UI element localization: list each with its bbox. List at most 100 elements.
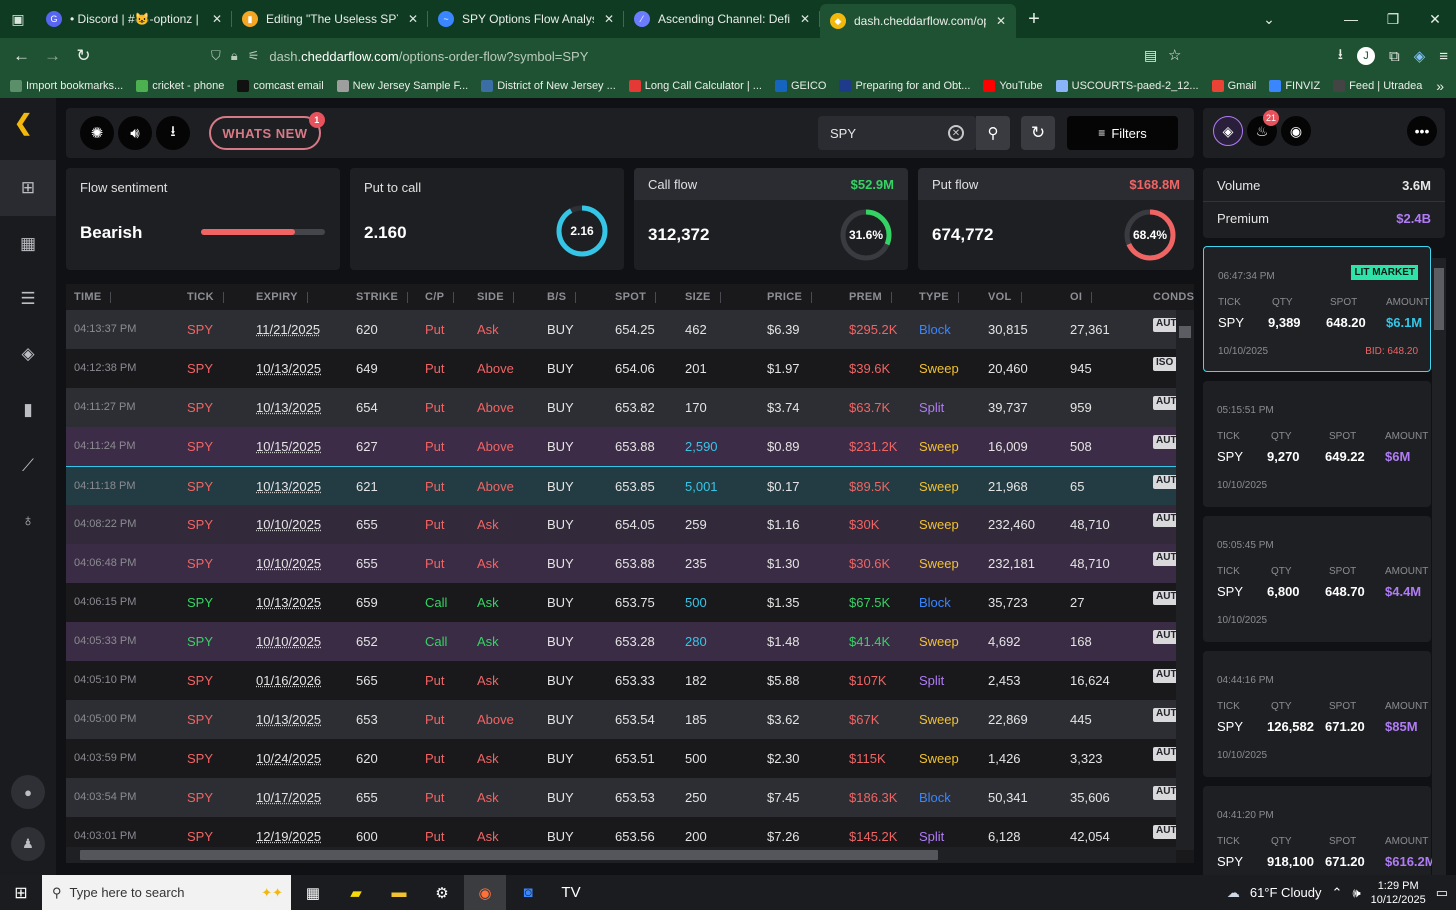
bookmark-star-icon[interactable]: ☆: [1168, 46, 1181, 64]
bookmark-item[interactable]: New Jersey Sample F...: [336, 80, 468, 92]
bookmark-item[interactable]: cricket - phone: [136, 80, 224, 92]
tray-chevron-icon[interactable]: ⌃: [1332, 885, 1343, 901]
column-header-strike[interactable]: STRIKE: [356, 291, 409, 303]
url-text[interactable]: dash.cheddarflow.com/options-order-flow?…: [269, 49, 588, 64]
close-tab-icon[interactable]: ✕: [602, 12, 616, 26]
bookmark-item[interactable]: Import bookmarks...: [10, 80, 123, 92]
scroll-thumb[interactable]: [1179, 326, 1191, 338]
notifications-icon[interactable]: ▭: [1436, 885, 1448, 901]
table-row[interactable]: 04:11:27 PM SPY 10/13/2025 654 Put Above BUY 65…: [66, 388, 1194, 427]
trade-card[interactable]: 05:15:51 PM TICK SPY QTY 9,270 SPOT 649.22 AMOU…: [1203, 381, 1431, 507]
horizontal-scrollbar[interactable]: [66, 847, 1176, 863]
cheddarflow-logo[interactable]: ❮: [14, 110, 32, 136]
calendar-icon[interactable]: ▦: [0, 216, 56, 272]
shield-icon[interactable]: ⛉: [211, 48, 221, 64]
column-header-side[interactable]: SIDE: [477, 291, 514, 303]
sound-icon[interactable]: 🔊︎: [118, 116, 152, 150]
column-header-tick[interactable]: TICK: [187, 291, 224, 303]
table-row[interactable]: 04:06:48 PM SPY 10/10/2025 655 Put Ask BUY 653.…: [66, 544, 1194, 583]
table-row[interactable]: 04:03:59 PM SPY 10/24/2025 620 Put Ask BUY 653.…: [66, 739, 1194, 778]
right-panel-scrollbar[interactable]: [1432, 258, 1446, 875]
bookmark-item[interactable]: comcast email: [237, 80, 324, 92]
browser-tab[interactable]: ~ SPY Options Flow Analysis - Rea ✕: [428, 0, 624, 38]
scroll-thumb[interactable]: [1434, 268, 1444, 330]
address-bar[interactable]: ⛉ 🔒︎ ⚟ dash.cheddarflow.com/options-orde…: [211, 48, 588, 64]
bar-chart-icon[interactable]: ▮: [0, 382, 56, 438]
column-header-time[interactable]: TIME: [74, 291, 113, 303]
column-header-type[interactable]: TYPE: [919, 291, 959, 303]
sticky-notes-icon[interactable]: ▰: [335, 875, 377, 910]
clear-icon[interactable]: ✕: [948, 125, 964, 141]
more-options-icon[interactable]: •••: [1407, 116, 1437, 146]
minimize-button[interactable]: —: [1330, 0, 1372, 38]
volume-icon[interactable]: 🕪︎: [1352, 885, 1360, 901]
tab-overview-chevron-icon[interactable]: ⌄: [1248, 0, 1290, 38]
table-row[interactable]: 04:05:00 PM SPY 10/13/2025 653 Put Above BUY 65…: [66, 700, 1194, 739]
reload-button[interactable]: ↻: [68, 46, 99, 66]
extensions-icon[interactable]: ⧉: [1389, 48, 1400, 65]
clock[interactable]: 1:29 PM 10/12/2025: [1371, 879, 1426, 907]
table-row[interactable]: 04:08:22 PM SPY 10/10/2025 655 Put Ask BUY 654.…: [66, 505, 1194, 544]
column-header-c-p[interactable]: C/P: [425, 291, 455, 303]
column-header-spot[interactable]: SPOT: [615, 291, 657, 303]
close-window-button[interactable]: ✕: [1414, 0, 1456, 38]
calculator-icon[interactable]: ▦: [292, 875, 334, 910]
close-tab-icon[interactable]: ✕: [994, 14, 1008, 28]
bookmark-item[interactable]: GEICO: [774, 80, 826, 92]
forward-button[interactable]: →: [37, 46, 68, 66]
trade-card[interactable]: 04:44:16 PM TICK SPY QTY 126,582 SPOT 671.20 AM…: [1203, 651, 1431, 777]
lock-icon[interactable]: 🔒︎: [231, 48, 238, 64]
new-tab-button[interactable]: +: [1016, 0, 1052, 38]
table-row[interactable]: 04:03:54 PM SPY 10/17/2025 655 Put Ask BUY 653.…: [66, 778, 1194, 817]
column-header-prem[interactable]: PREM: [849, 291, 892, 303]
trade-card[interactable]: 06:47:34 PM LIT MARKET TICK SPY QTY 9,389 SPOT…: [1203, 246, 1431, 372]
file-explorer-icon[interactable]: ▬: [378, 875, 420, 910]
search-icon[interactable]: ⚲: [976, 116, 1010, 150]
table-row[interactable]: 04:06:15 PM SPY 10/13/2025 659 Call Ask BUY 653…: [66, 583, 1194, 622]
column-header-conds[interactable]: CONDS: [1153, 291, 1194, 303]
list-icon[interactable]: ☰: [0, 271, 56, 327]
back-button[interactable]: ←: [6, 46, 37, 66]
column-header-size[interactable]: SIZE: [685, 291, 721, 303]
taskbar-search-box[interactable]: ⚲ Type here to search ✦✦: [42, 875, 291, 910]
table-row[interactable]: 04:13:37 PM SPY 11/21/2025 620 Put Ask BUY 654.…: [66, 310, 1194, 349]
weather-text[interactable]: 61°F Cloudy: [1250, 885, 1322, 900]
layers-icon[interactable]: ◈: [0, 326, 56, 382]
bookmark-item[interactable]: YouTube: [983, 80, 1043, 92]
table-row[interactable]: 04:11:18 PM SPY 10/13/2025 621 Put Above BUY 65…: [66, 466, 1194, 505]
extension-badge-icon[interactable]: ◈: [1414, 47, 1426, 65]
bookmark-item[interactable]: Preparing for and Obt...: [839, 80, 970, 92]
menu-icon[interactable]: ≡: [1439, 48, 1448, 65]
filters-button[interactable]: ≡ Filters: [1067, 116, 1178, 150]
weather-icon[interactable]: ☁: [1227, 885, 1240, 901]
browser-tab[interactable]: ▮ Editing "The Useless SPY report ✕: [232, 0, 428, 38]
column-header-expiry[interactable]: EXPIRY: [256, 291, 308, 303]
bookmark-item[interactable]: USCOURTS-paed-2_12...: [1055, 80, 1199, 92]
theme-toggle-icon[interactable]: ●: [0, 764, 56, 820]
tradingview-icon[interactable]: TV: [550, 875, 592, 910]
app-icon[interactable]: ◙: [507, 875, 549, 910]
settings-icon[interactable]: ⚙: [421, 875, 463, 910]
close-tab-icon[interactable]: ✕: [210, 12, 224, 26]
column-header-b-s[interactable]: B/S: [547, 291, 577, 303]
symbol-search-input[interactable]: SPY ✕: [818, 116, 976, 150]
eye-icon[interactable]: ◉: [1281, 116, 1311, 146]
bookmark-item[interactable]: FINVIZ: [1269, 80, 1320, 92]
table-row[interactable]: 04:05:10 PM SPY 01/16/2026 565 Put Ask BUY 653.…: [66, 661, 1194, 700]
site-settings-icon[interactable]: ⚟: [248, 48, 260, 64]
browser-tab[interactable]: ⁄ Ascending Channel: Definition, ✕: [624, 0, 820, 38]
layers-icon[interactable]: ◈: [1213, 116, 1243, 146]
close-tab-icon[interactable]: ✕: [798, 12, 812, 26]
column-header-oi[interactable]: OI: [1070, 291, 1093, 303]
browser-tab[interactable]: G • Discord | #😺-optionz | The U ✕: [36, 0, 232, 38]
tab-list-icon[interactable]: ▣: [0, 0, 36, 38]
scroll-thumb[interactable]: [80, 850, 938, 860]
table-row[interactable]: 04:11:24 PM SPY 10/15/2025 627 Put Above BUY 65…: [66, 427, 1194, 466]
download-icon[interactable]: ⭳: [156, 116, 190, 150]
openai-icon[interactable]: ✺: [80, 116, 114, 150]
trade-card[interactable]: 04:41:20 PM TICK SPY QTY 918,100 SPOT 671.20 AM…: [1203, 786, 1436, 875]
search-value[interactable]: SPY: [830, 126, 856, 141]
column-header-vol[interactable]: VOL: [988, 291, 1021, 303]
user-icon[interactable]: ♟: [0, 816, 56, 872]
bookmark-item[interactable]: District of New Jersey ...: [481, 80, 616, 92]
